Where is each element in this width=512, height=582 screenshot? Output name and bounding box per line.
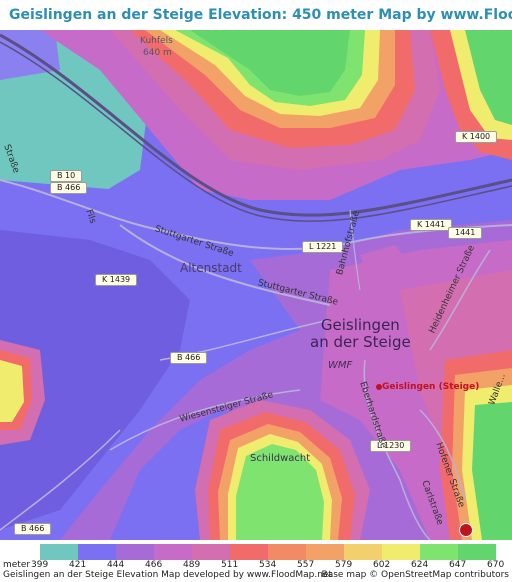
road-shield-l1221: L 1221 bbox=[302, 241, 344, 253]
station-label: Geislingen (Steige) bbox=[382, 382, 480, 392]
road-shield-k1439: K 1439 bbox=[95, 274, 138, 286]
legend-tick-5: 511 bbox=[221, 560, 239, 570]
legend-tick-3: 466 bbox=[145, 560, 163, 570]
road-shield-b466-sw: B 466 bbox=[14, 523, 52, 535]
elevation-map[interactable]: B 10 B 466 K 1439 L 1221 K 1441 1441 K 1… bbox=[0, 30, 512, 540]
legend-swatch-9 bbox=[382, 544, 420, 560]
map-title: Geislingen an der Steige Elevation: 450 … bbox=[9, 7, 512, 23]
legend-swatch-8 bbox=[344, 544, 382, 560]
district-label-altenstadt: Altenstadt bbox=[180, 261, 242, 275]
legend-swatch-5 bbox=[230, 544, 268, 560]
station-marker[interactable] bbox=[376, 384, 382, 390]
legend-tick-0: 399 bbox=[31, 560, 49, 570]
road-shield-b10: B 10 bbox=[50, 170, 83, 182]
legend-swatch-6 bbox=[268, 544, 306, 560]
legend-tick-11: 647 bbox=[449, 560, 467, 570]
company-label-wmf: WMF bbox=[328, 360, 353, 371]
road-shield-k1441b: 1441 bbox=[448, 227, 483, 239]
road-shield-k1400: K 1400 bbox=[455, 131, 498, 143]
hill-elevation-kuhfels: 640 m bbox=[143, 48, 172, 58]
location-pin[interactable] bbox=[459, 523, 473, 537]
legend-tick-10: 624 bbox=[411, 560, 429, 570]
legend-tick-7: 557 bbox=[297, 560, 315, 570]
town-label: Geislingen an der Steige bbox=[310, 317, 411, 351]
legend-swatch-11 bbox=[458, 544, 496, 560]
hill-label-schildwacht: Schildwacht bbox=[250, 453, 311, 464]
legend-tick-9: 602 bbox=[373, 560, 391, 570]
legend-tick-8: 579 bbox=[335, 560, 353, 570]
legend-tick-4: 489 bbox=[183, 560, 201, 570]
legend-tick-2: 444 bbox=[107, 560, 125, 570]
hill-label-kuhfels: Kuhfels bbox=[140, 36, 173, 46]
legend-unit: meter bbox=[3, 560, 31, 570]
elevation-legend: meter 399 421 444 466 489 511 534 557 57… bbox=[0, 540, 512, 582]
road-shield-b466-nw: B 466 bbox=[50, 182, 88, 194]
legend-tick-1: 421 bbox=[69, 560, 87, 570]
road-shield-k1441: K 1441 bbox=[410, 219, 453, 231]
legend-swatch-0 bbox=[40, 544, 78, 560]
legend-swatch-1 bbox=[78, 544, 116, 560]
town-label-text: Geislingen an der Steige bbox=[310, 316, 411, 351]
footer-attribution: Base map © OpenStreetMap contributors bbox=[321, 570, 509, 580]
legend-swatch-3 bbox=[154, 544, 192, 560]
legend-tick-12: 670 bbox=[487, 560, 505, 570]
legend-swatch-4 bbox=[192, 544, 230, 560]
road-shield-b466-mid: B 466 bbox=[170, 352, 208, 364]
footer-credit: Geislingen an der Steige Elevation Map d… bbox=[3, 570, 333, 580]
legend-swatch-7 bbox=[306, 544, 344, 560]
legend-swatch-2 bbox=[116, 544, 154, 560]
legend-tick-6: 534 bbox=[259, 560, 277, 570]
legend-swatch-10 bbox=[420, 544, 458, 560]
